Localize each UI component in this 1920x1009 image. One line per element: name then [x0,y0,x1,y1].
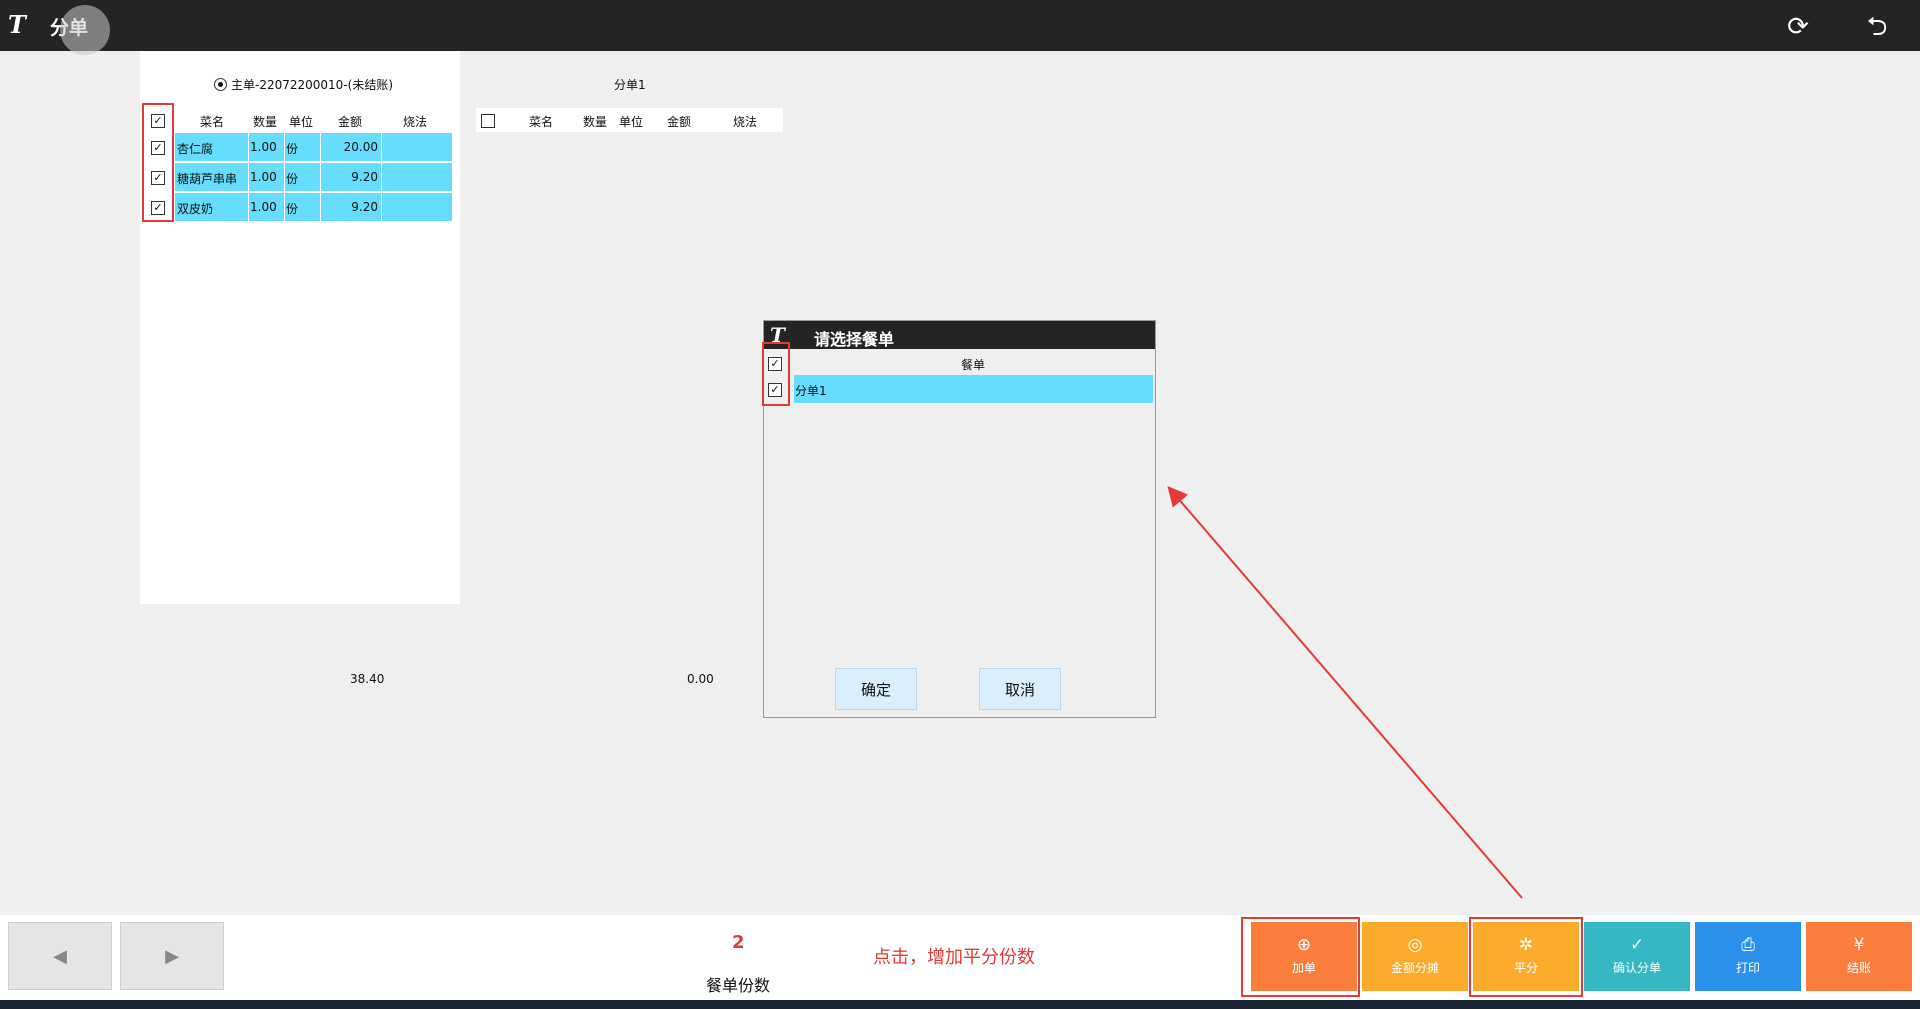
next-page-button[interactable]: ▶ [120,922,224,990]
checkout-button[interactable]: ¥ 结账 [1806,922,1912,991]
add-bill-highlight-box [1241,917,1360,997]
action-label: 结账 [1846,961,1871,975]
yen-icon: ¥ [1853,935,1865,955]
prev-page-button[interactable]: ◀ [8,922,112,990]
bottom-strip [0,1000,1920,1009]
bill-count-value: 2 [732,932,745,953]
bill-count-label: 餐单份数 [706,976,771,995]
triangle-left-icon: ◀ [53,946,67,967]
check-circle-icon: ✓ [1629,935,1645,955]
annotation-arrows [1078,485,1523,963]
action-label: 金额分摊 [1390,961,1439,975]
triangle-right-icon: ▶ [165,946,179,967]
even-split-highlight-box [1469,917,1583,997]
action-label: 确认分单 [1612,961,1661,975]
amount-split-button[interactable]: ◎ 金额分摊 [1362,922,1468,991]
annotation-text: 点击，增加平分份数 [873,947,1035,968]
coins-icon: ◎ [1407,935,1423,955]
print-button[interactable]: ⎙ 打印 [1695,922,1801,991]
action-label: 打印 [1735,961,1760,975]
printer-icon: ⎙ [1741,935,1755,955]
confirm-split-button[interactable]: ✓ 确认分单 [1584,922,1690,991]
